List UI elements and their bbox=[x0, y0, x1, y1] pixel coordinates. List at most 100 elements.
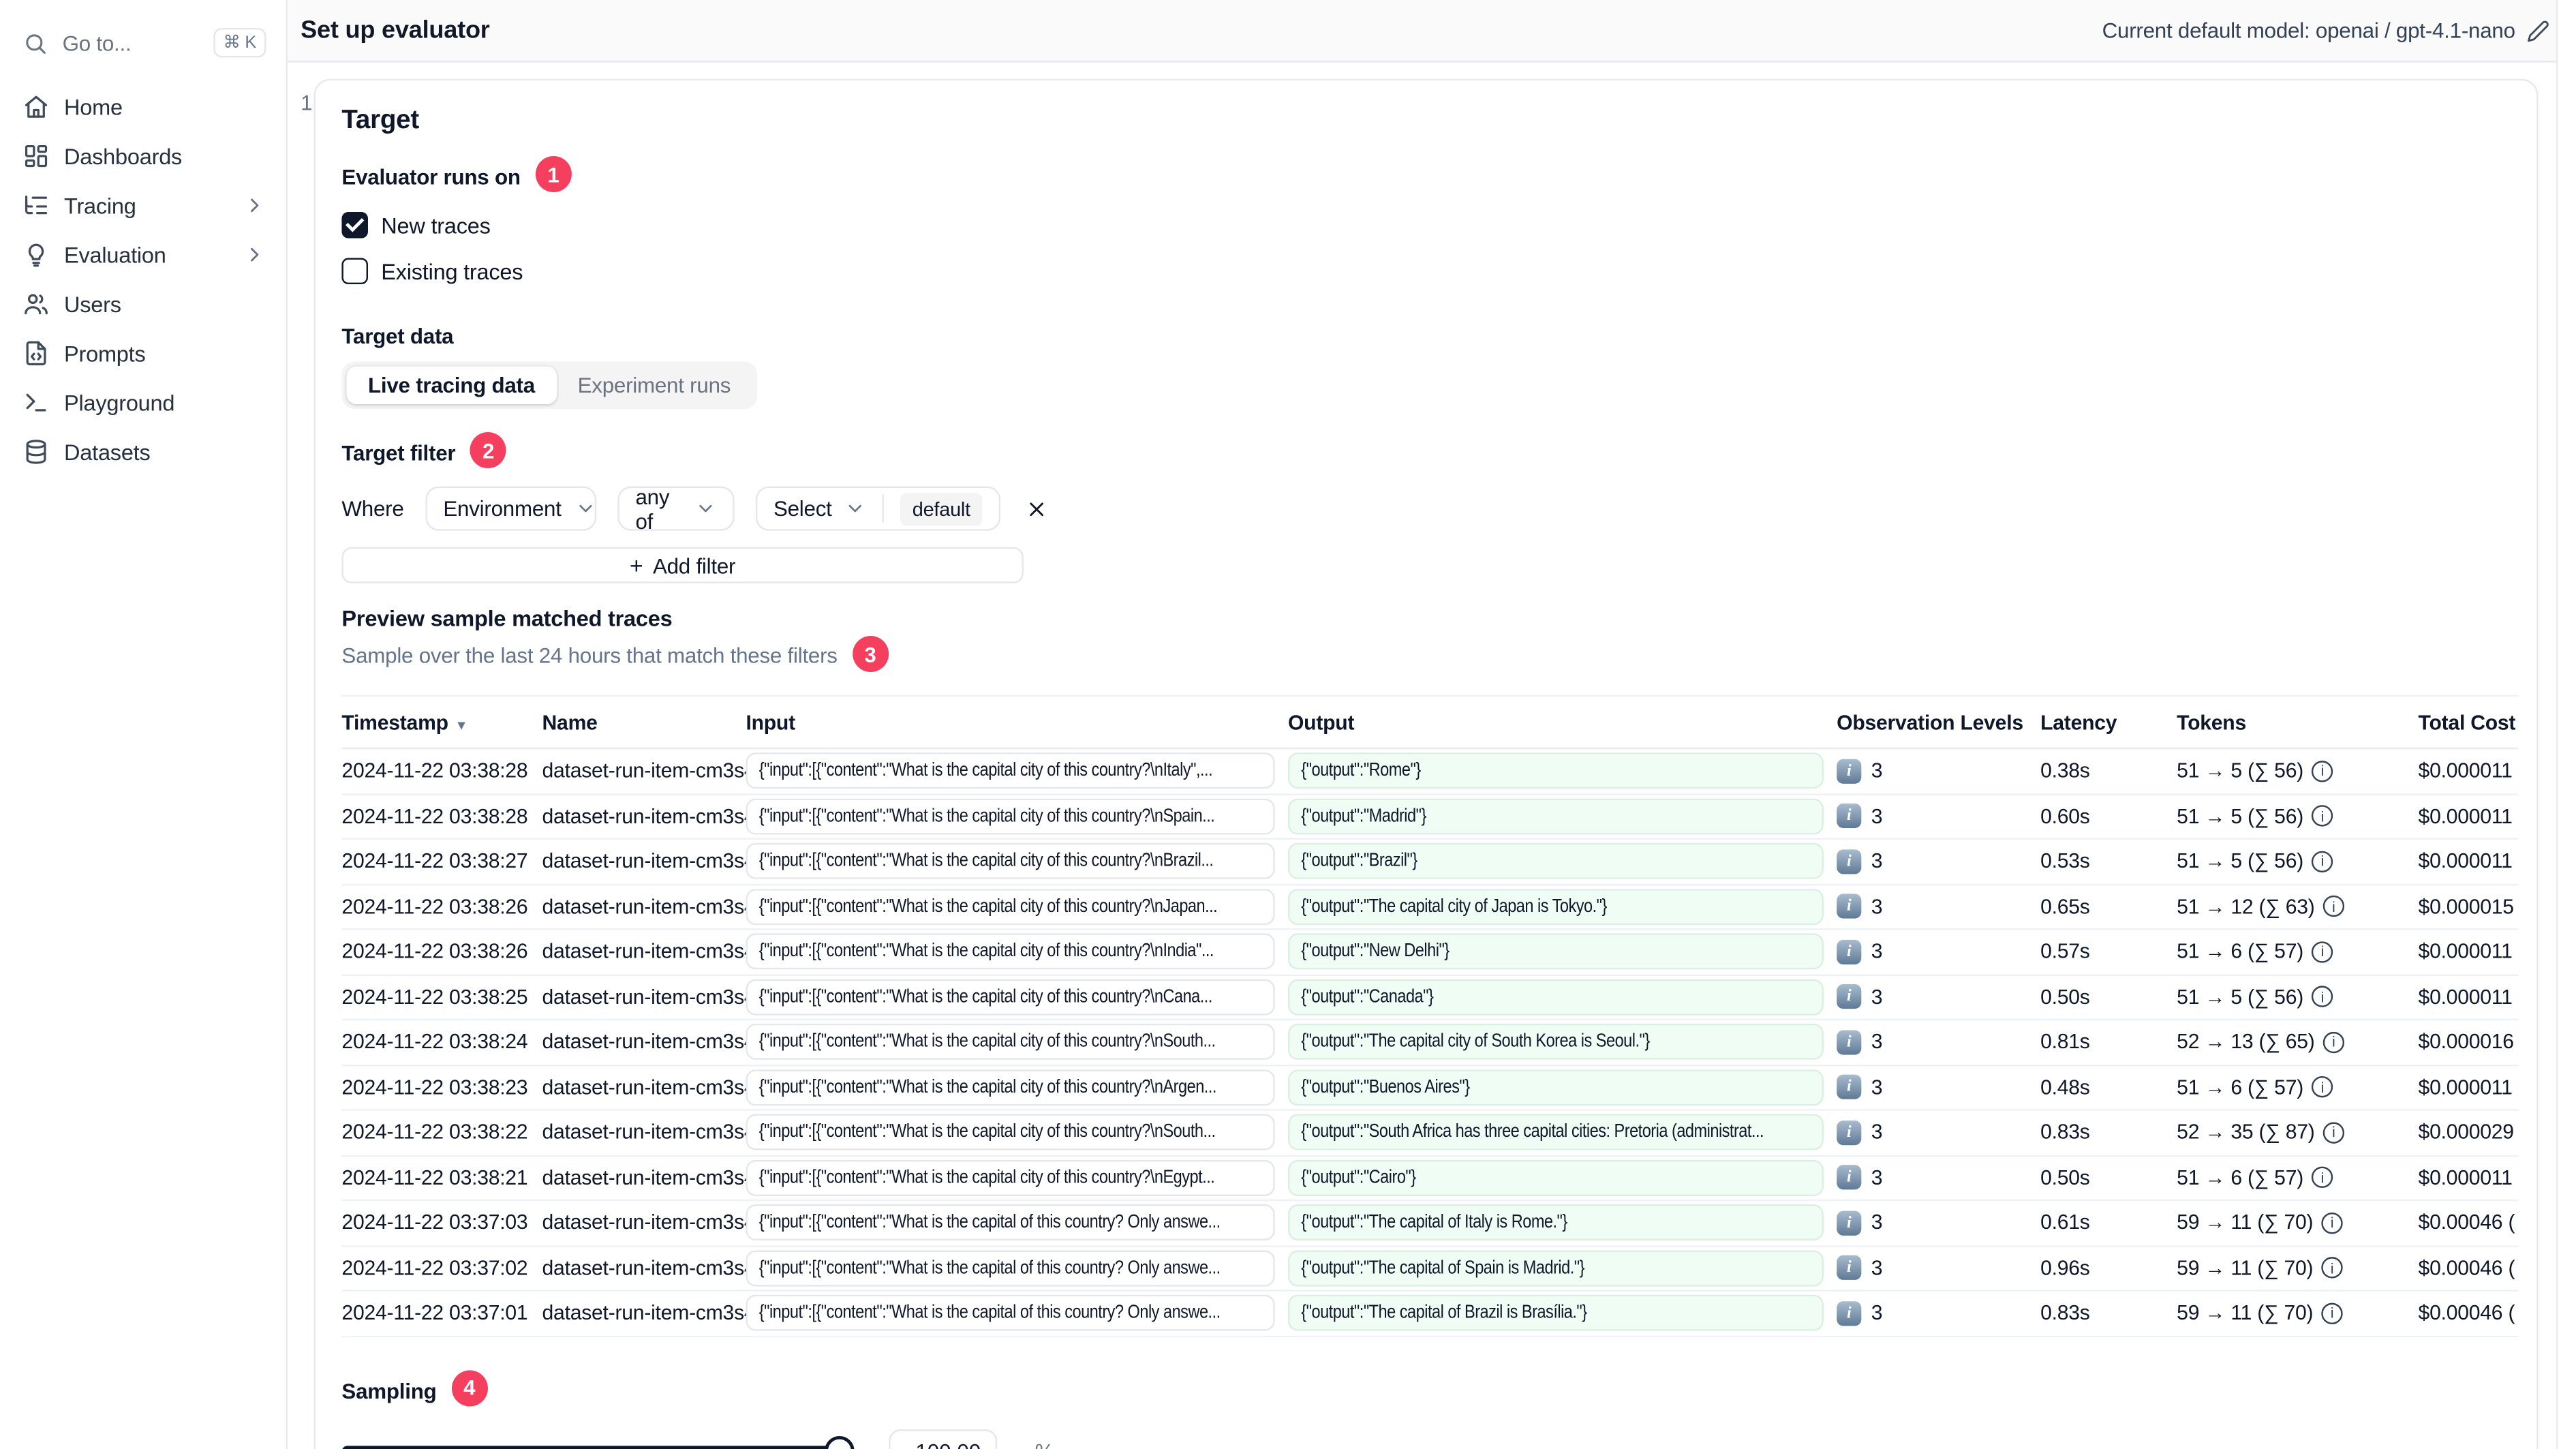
add-filter-button[interactable]: + Add filter bbox=[341, 547, 1024, 583]
cell-name: dataset-run-item-cm3s4 bbox=[542, 1120, 746, 1144]
sidebar-item-playground[interactable]: Playground bbox=[0, 378, 286, 427]
cell-output: {"output":"Buenos Aires"} bbox=[1287, 1069, 1837, 1105]
table-row[interactable]: 2024-11-22 03:38:24 dataset-run-item-cm3s… bbox=[341, 1020, 2519, 1066]
cell-output: {"output":"Rome"} bbox=[1287, 752, 1837, 789]
sidebar-item-users[interactable]: Users bbox=[0, 279, 286, 329]
table-header-row: Timestamp ▼ Name Input Output Observation… bbox=[341, 697, 2519, 750]
cell-tokens: 51 → 5 (∑ 56) i bbox=[2177, 759, 2418, 782]
remove-filter-icon[interactable] bbox=[1024, 497, 1047, 520]
cell-observation-levels: i3 bbox=[1837, 984, 2040, 1009]
sampling-value-input[interactable] bbox=[889, 1429, 998, 1449]
edit-pencil-icon[interactable] bbox=[2527, 19, 2550, 42]
sidebar-item-home[interactable]: Home bbox=[0, 82, 286, 132]
cell-tokens: 59 → 11 (∑ 70) i bbox=[2177, 1211, 2418, 1234]
tab-live-tracing-data[interactable]: Live tracing data bbox=[346, 366, 557, 405]
sidebar-item-dashboards[interactable]: Dashboards bbox=[0, 132, 286, 181]
cell-observation-levels: i3 bbox=[1837, 849, 2040, 874]
table-row[interactable]: 2024-11-22 03:37:03 dataset-run-item-cm3s… bbox=[341, 1201, 2519, 1247]
col-timestamp[interactable]: Timestamp ▼ bbox=[341, 711, 542, 734]
info-circle-icon: i bbox=[2321, 1302, 2343, 1324]
checkbox-existing-traces[interactable]: Existing traces bbox=[341, 255, 2510, 288]
sidebar: Go to... ⌘ K Home Dashboards Tracing Evalua… bbox=[0, 0, 288, 1449]
output-json-box: {"output":"Madrid"} bbox=[1287, 797, 1824, 835]
output-json-box: {"output":"New Delhi"} bbox=[1287, 933, 1824, 970]
col-tokens[interactable]: Tokens bbox=[2177, 711, 2418, 734]
info-circle-icon: i bbox=[2312, 1167, 2333, 1189]
input-json-box: {"input":[{"content":"What is the capita… bbox=[746, 979, 1275, 1016]
info-circle-icon: i bbox=[2312, 986, 2333, 1008]
sampling-slider[interactable] bbox=[341, 1435, 855, 1449]
cell-observation-levels: i3 bbox=[1837, 1255, 2040, 1281]
cell-total-cost: $0.000011 ( bbox=[2418, 1076, 2519, 1099]
filter-column-select[interactable]: Environment bbox=[425, 486, 596, 531]
evaluation-icon bbox=[23, 241, 50, 268]
table-row[interactable]: 2024-11-22 03:38:23 dataset-run-item-cm3s… bbox=[341, 1065, 2519, 1111]
cell-input: {"input":[{"content":"What is the capita… bbox=[746, 1295, 1288, 1332]
output-json-box: {"output":"The capital of Italy is Rome.… bbox=[1287, 1204, 1824, 1241]
table-row[interactable]: 2024-11-22 03:38:22 dataset-run-item-cm3s… bbox=[341, 1111, 2519, 1156]
table-row[interactable]: 2024-11-22 03:38:26 dataset-run-item-cm3s… bbox=[341, 930, 2519, 975]
cell-observation-levels: i3 bbox=[1837, 1210, 2040, 1236]
tab-experiment-runs[interactable]: Experiment runs bbox=[556, 367, 752, 404]
col-latency[interactable]: Latency bbox=[2040, 711, 2177, 734]
dashboards-icon bbox=[23, 143, 50, 170]
cell-name: dataset-run-item-cm3s4 bbox=[542, 804, 746, 828]
output-json-box: {"output":"Canada"} bbox=[1287, 979, 1824, 1016]
input-json-box: {"input":[{"content":"What is the capita… bbox=[746, 1249, 1275, 1286]
cell-output: {"output":"New Delhi"} bbox=[1287, 933, 1837, 970]
table-row[interactable]: 2024-11-22 03:38:28 dataset-run-item-cm3s… bbox=[341, 749, 2519, 795]
output-json-box: {"output":"Rome"} bbox=[1287, 752, 1824, 789]
filter-operator-select[interactable]: any of bbox=[617, 484, 735, 533]
preview-heading: Preview sample matched traces bbox=[341, 606, 673, 631]
cell-tokens: 51 → 6 (∑ 57) i bbox=[2177, 1166, 2418, 1189]
table-row[interactable]: 2024-11-22 03:38:25 dataset-run-item-cm3s… bbox=[341, 975, 2519, 1021]
filter-value-select[interactable]: Select default bbox=[755, 486, 1000, 531]
col-input[interactable]: Input bbox=[746, 711, 1288, 734]
cell-timestamp: 2024-11-22 03:37:02 bbox=[341, 1256, 528, 1280]
col-total-cost[interactable]: Total Cost bbox=[2419, 711, 2519, 734]
cell-output: {"output":"Cairo"} bbox=[1287, 1159, 1837, 1196]
annotation-badge-2: 2 bbox=[470, 432, 507, 469]
goto-search[interactable]: Go to... ⌘ K bbox=[0, 16, 286, 69]
annotation-badge-1: 1 bbox=[535, 156, 572, 193]
sidebar-nav: Home Dashboards Tracing Evaluation Users Prom… bbox=[0, 82, 286, 477]
sidebar-item-label: Tracing bbox=[64, 193, 136, 218]
table-row[interactable]: 2024-11-22 03:38:27 dataset-run-item-cm3s… bbox=[341, 840, 2519, 885]
tracing-icon bbox=[23, 192, 50, 219]
table-row[interactable]: 2024-11-22 03:37:01 dataset-run-item-cm3s… bbox=[341, 1292, 2519, 1337]
cell-observation-levels: i3 bbox=[1837, 1075, 2040, 1100]
info-level-icon: i bbox=[1837, 1165, 1862, 1190]
cell-total-cost: $0.000011 ( bbox=[2418, 759, 2519, 783]
col-output[interactable]: Output bbox=[1288, 711, 1837, 734]
cell-name: dataset-run-item-cm3s4 bbox=[542, 985, 746, 1009]
table-row[interactable]: 2024-11-22 03:38:21 dataset-run-item-cm3s… bbox=[341, 1156, 2519, 1202]
scrollbar-gutter[interactable] bbox=[2556, 0, 2576, 1449]
table-row[interactable]: 2024-11-22 03:38:26 dataset-run-item-cm3s… bbox=[341, 885, 2519, 930]
cell-latency: 0.60s bbox=[2040, 804, 2090, 828]
cell-timestamp: 2024-11-22 03:38:21 bbox=[341, 1165, 528, 1189]
cell-tokens: 59 → 11 (∑ 70) i bbox=[2177, 1257, 2418, 1279]
table-row[interactable]: 2024-11-22 03:38:28 dataset-run-item-cm3s… bbox=[341, 795, 2519, 840]
info-level-icon: i bbox=[1837, 984, 1862, 1009]
sidebar-item-datasets[interactable]: Datasets bbox=[0, 427, 286, 476]
sampling-label: Sampling bbox=[341, 1377, 437, 1403]
col-name[interactable]: Name bbox=[542, 711, 746, 734]
sidebar-item-evaluation[interactable]: Evaluation bbox=[0, 230, 286, 279]
info-level-icon: i bbox=[1837, 1075, 1862, 1100]
sampling-row-label: Sampling 4 bbox=[341, 1369, 2510, 1409]
col-observation-levels[interactable]: Observation Levels bbox=[1837, 711, 2040, 734]
cell-input: {"input":[{"content":"What is the capita… bbox=[746, 797, 1288, 835]
slider-thumb[interactable] bbox=[825, 1435, 855, 1449]
info-circle-icon: i bbox=[2312, 941, 2333, 963]
checkbox-new-traces[interactable]: New traces bbox=[341, 209, 2510, 241]
chevron-right-icon bbox=[243, 243, 266, 266]
sidebar-item-label: Prompts bbox=[64, 341, 146, 366]
prompts-icon bbox=[23, 340, 50, 367]
table-row[interactable]: 2024-11-22 03:37:02 dataset-run-item-cm3s… bbox=[341, 1247, 2519, 1292]
cell-input: {"input":[{"content":"What is the capita… bbox=[746, 888, 1288, 925]
cell-latency: 0.50s bbox=[2040, 1165, 2090, 1189]
annotation-badge-3: 3 bbox=[852, 635, 889, 672]
sidebar-item-tracing[interactable]: Tracing bbox=[0, 181, 286, 230]
cell-total-cost: $0.00046 ( bbox=[2418, 1211, 2515, 1235]
sidebar-item-prompts[interactable]: Prompts bbox=[0, 329, 286, 378]
